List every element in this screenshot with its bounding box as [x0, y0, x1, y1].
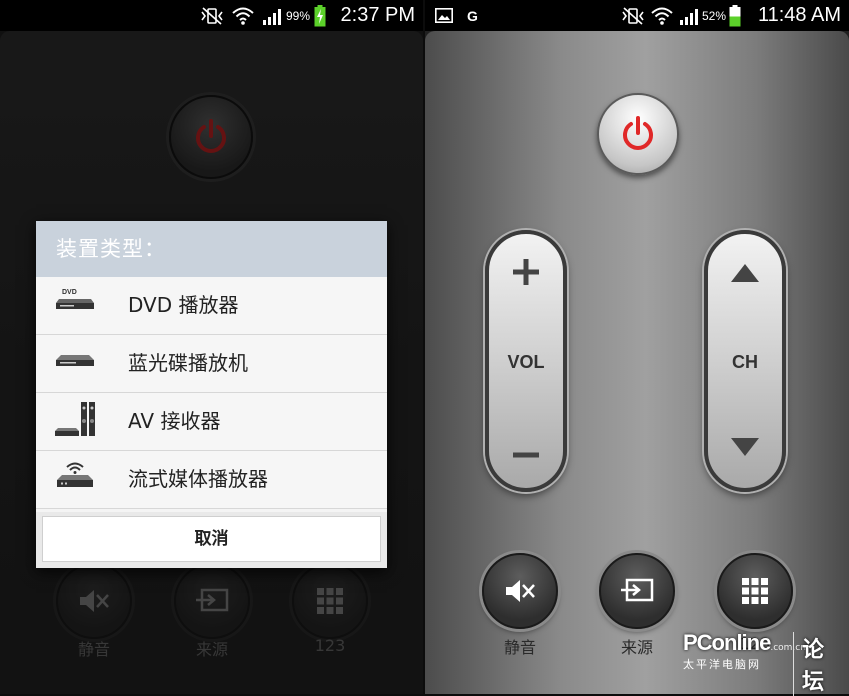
- wifi-icon: [232, 7, 254, 25]
- channel-up-icon[interactable]: [729, 262, 761, 284]
- volume-label: VOL: [507, 352, 545, 372]
- dialog-footer: 取消: [36, 512, 387, 568]
- keypad-button[interactable]: [717, 553, 793, 629]
- pconline-watermark: PConline.com.cn 太平洋电脑网 论坛: [683, 630, 841, 696]
- device-type-dialog: 装置类型： DVD DVD 播放器 蓝光碟播放机 AV 接收器 流式媒体播放器 …: [36, 221, 387, 568]
- left-phone-screen: 99% 2:37 PM 静音 来源 123 装置类型： DVD DVD 播放器 …: [0, 0, 423, 694]
- carrier-letter: G: [467, 8, 478, 24]
- option-label: 流式媒体播放器: [128, 467, 268, 491]
- signal-strength-icon: [263, 9, 281, 25]
- status-bar: 99% 2:37 PM: [0, 0, 423, 31]
- option-av-receiver[interactable]: AV 接收器: [36, 393, 387, 451]
- watermark-forum: 论坛: [793, 632, 841, 696]
- source-button[interactable]: [599, 553, 675, 629]
- signal-strength-icon: [680, 9, 698, 25]
- mute-icon: [506, 580, 535, 602]
- volume-down-icon[interactable]: [510, 450, 542, 460]
- cancel-button[interactable]: 取消: [42, 516, 381, 562]
- bluray-player-icon: [56, 355, 94, 366]
- power-icon: [623, 116, 653, 150]
- option-streaming-media-player[interactable]: 流式媒体播放器: [36, 451, 387, 509]
- channel-rocker: CH: [704, 230, 786, 492]
- right-phone-screen: G 52% 11:48 AM VOL CH 静音 来源 123: [425, 0, 849, 694]
- battery-percent: 99%: [286, 9, 311, 23]
- clock: 2:37 PM: [340, 4, 415, 26]
- vibrate-mute-icon: [622, 7, 644, 25]
- streaming-media-icon: [57, 462, 93, 487]
- option-label: 蓝光碟播放机: [128, 351, 248, 375]
- clock: 11:48 AM: [757, 4, 841, 26]
- status-bar: G 52% 11:48 AM: [425, 0, 849, 31]
- mute-label: 静音: [503, 638, 536, 657]
- svg-text:DVD: DVD: [62, 289, 77, 296]
- volume-up-icon[interactable]: [510, 256, 542, 288]
- dvd-player-icon: DVD: [56, 289, 94, 309]
- volume-rocker: VOL: [485, 230, 567, 492]
- option-label: DVD 播放器: [128, 293, 239, 317]
- power-button[interactable]: [597, 93, 679, 175]
- source-label: 来源: [620, 638, 653, 657]
- dialog-title: 装置类型：: [36, 221, 387, 277]
- option-bluray-player[interactable]: 蓝光碟播放机: [36, 335, 387, 393]
- battery-charging-icon: [314, 5, 326, 27]
- gallery-notification-icon: [435, 8, 453, 23]
- wifi-icon: [651, 7, 673, 25]
- source-input-icon: [621, 578, 654, 602]
- channel-down-icon[interactable]: [729, 436, 761, 458]
- channel-label: CH: [732, 352, 758, 372]
- watermark-brand: PConline: [683, 630, 771, 655]
- option-dvd-player[interactable]: DVD DVD 播放器: [36, 277, 387, 335]
- watermark-subtitle: 太平洋电脑网: [683, 658, 761, 671]
- battery-icon: [729, 5, 741, 27]
- option-label: AV 接收器: [128, 409, 221, 433]
- mute-button[interactable]: [482, 553, 558, 629]
- keypad-grid-icon: [742, 578, 768, 604]
- av-receiver-icon: [55, 402, 95, 436]
- battery-percent: 52%: [702, 9, 727, 23]
- vibrate-mute-icon: [201, 7, 223, 25]
